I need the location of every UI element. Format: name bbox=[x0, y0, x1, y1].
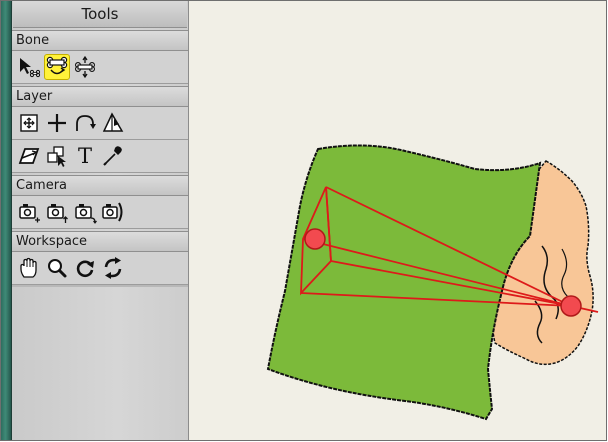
shear-layer-tool-button[interactable] bbox=[16, 143, 42, 169]
magnifier-tool-button[interactable] bbox=[44, 255, 70, 281]
set-origin-icon bbox=[48, 114, 66, 132]
section-bone-label: Bone bbox=[12, 30, 188, 51]
transform-bone-tool-button[interactable] bbox=[44, 54, 70, 80]
select-bone-tool-button[interactable] bbox=[16, 54, 42, 80]
eyedropper-tool-button[interactable] bbox=[100, 143, 126, 169]
bone-joint-handle[interactable] bbox=[560, 295, 582, 317]
shear-layer-icon bbox=[18, 148, 40, 164]
orbit-tool-button[interactable] bbox=[72, 255, 98, 281]
section-workspace-label: Workspace bbox=[12, 231, 188, 252]
pan-tilt-camera-tool-button[interactable] bbox=[100, 199, 126, 225]
text-tool-button[interactable]: T bbox=[72, 143, 98, 169]
app-window: Tools Bone Layer T Camera Workspace bbox=[0, 0, 607, 441]
green-layer-shape[interactable] bbox=[266, 144, 542, 421]
layer-tools-row-1 bbox=[12, 107, 188, 140]
roll-camera-icon bbox=[75, 204, 97, 224]
eyedropper-icon bbox=[103, 146, 122, 166]
magnifier-icon bbox=[48, 259, 67, 278]
canvas-svg bbox=[266, 144, 599, 421]
zoom-camera-icon bbox=[47, 204, 68, 223]
hand-pan-icon bbox=[20, 257, 37, 278]
rotate-layer-xy-tool-button[interactable] bbox=[100, 110, 126, 136]
hand-pan-tool-button[interactable] bbox=[16, 255, 42, 281]
transform-layer-icon bbox=[20, 114, 38, 132]
track-camera-tool-button[interactable] bbox=[16, 199, 42, 225]
panel-separator bbox=[12, 285, 188, 287]
pan-tilt-camera-icon bbox=[102, 202, 123, 222]
switch-layer-icon bbox=[47, 146, 66, 167]
rotate-workspace-tool-button[interactable] bbox=[100, 255, 126, 281]
camera-tools-row bbox=[12, 196, 188, 229]
tools-panel: Tools Bone Layer T Camera Workspace bbox=[12, 1, 189, 440]
track-camera-icon bbox=[19, 204, 40, 223]
bone-strength-icon bbox=[74, 55, 96, 79]
text-tool-icon: T bbox=[77, 144, 92, 168]
bone-joint-handle[interactable] bbox=[304, 228, 326, 250]
layer-tools-row-2: T bbox=[12, 140, 188, 173]
workspace-tools-row bbox=[12, 252, 188, 285]
transform-layer-tool-button[interactable] bbox=[16, 110, 42, 136]
section-camera-label: Camera bbox=[12, 175, 188, 196]
select-bone-icon bbox=[20, 58, 41, 78]
rotate-workspace-icon bbox=[104, 257, 122, 279]
follow-path-tool-button[interactable] bbox=[72, 110, 98, 136]
desktop-background bbox=[1, 1, 12, 440]
switch-layer-tool-button[interactable] bbox=[44, 143, 70, 169]
bone-strength-tool-button[interactable] bbox=[72, 54, 98, 80]
orbit-icon bbox=[76, 260, 94, 278]
bone-tools-row bbox=[12, 51, 188, 84]
workspace-canvas[interactable] bbox=[190, 1, 606, 440]
rotate-layer-xy-icon bbox=[102, 112, 124, 132]
panel-title: Tools bbox=[13, 1, 187, 28]
zoom-camera-tool-button[interactable] bbox=[44, 199, 70, 225]
section-layer-label: Layer bbox=[12, 86, 188, 107]
follow-path-icon bbox=[76, 115, 96, 131]
transform-bone-icon bbox=[46, 56, 68, 75]
set-origin-tool-button[interactable] bbox=[44, 110, 70, 136]
roll-camera-tool-button[interactable] bbox=[72, 199, 98, 225]
